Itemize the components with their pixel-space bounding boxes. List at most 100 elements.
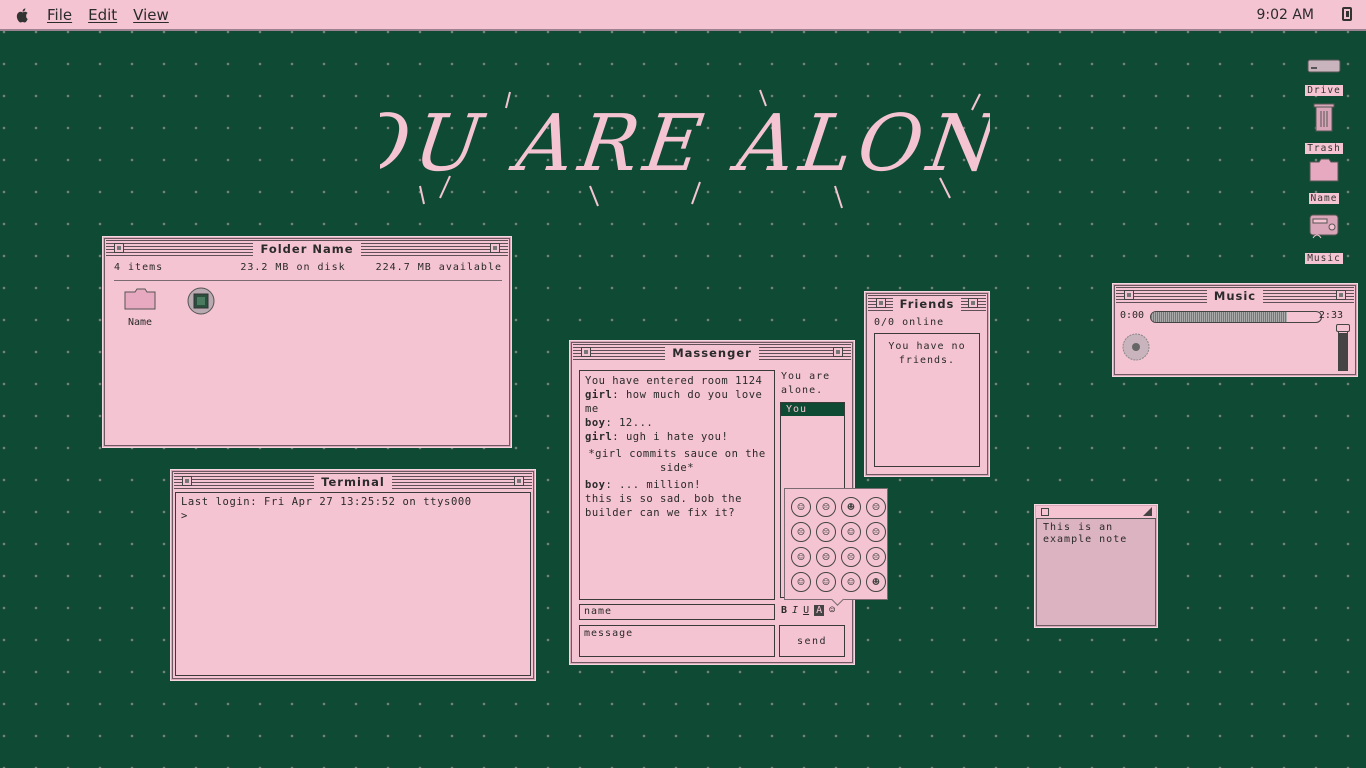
close-button[interactable] bbox=[1124, 290, 1134, 300]
emoji-button-icon[interactable]: ☺ bbox=[829, 605, 835, 616]
folder-icon bbox=[124, 288, 156, 310]
close-button[interactable] bbox=[876, 298, 886, 308]
music-title: Music bbox=[1206, 288, 1264, 303]
desktop-icon-label: Name bbox=[1308, 193, 1340, 204]
emoji-icon[interactable]: ☹ bbox=[816, 497, 836, 517]
chat-line: girl: how much do you love me bbox=[585, 389, 763, 415]
folder-item-name[interactable]: Name bbox=[122, 288, 158, 338]
elapsed-time: 0:00 bbox=[1120, 310, 1145, 321]
zoom-button[interactable] bbox=[833, 347, 843, 357]
music-window[interactable]: Music 0:00 2:33 bbox=[1112, 283, 1358, 377]
desktop-icon-music[interactable]: Music bbox=[1304, 212, 1344, 265]
side-status: You are alone. bbox=[781, 371, 831, 396]
volume-knob[interactable] bbox=[1336, 324, 1350, 332]
close-button[interactable] bbox=[1041, 508, 1049, 516]
terminal-titlebar[interactable]: Terminal bbox=[174, 473, 532, 490]
apple-logo-icon[interactable] bbox=[15, 7, 31, 23]
desktop-icon-drive[interactable]: Drive bbox=[1304, 58, 1344, 97]
hero-title: YOU ARE ALONE bbox=[282, 86, 1072, 210]
emoji-icon[interactable]: ☺ bbox=[816, 572, 836, 592]
desktop-icon-folder[interactable]: Name bbox=[1304, 158, 1344, 205]
color-button[interactable]: A bbox=[814, 605, 825, 616]
emoji-icon[interactable]: ☺ bbox=[791, 547, 811, 567]
terminal-title: Terminal bbox=[314, 474, 392, 489]
menu-bar: File Edit View 9:02 AM bbox=[0, 0, 1366, 31]
folder-info-bar: 4 items 23.2 MB on disk 224.7 MB availab… bbox=[114, 262, 502, 281]
chat-line: boy: 12... bbox=[585, 417, 654, 429]
name-input[interactable]: name bbox=[579, 604, 775, 620]
progress-fill bbox=[1151, 312, 1287, 322]
music-titlebar[interactable]: Music bbox=[1116, 287, 1354, 304]
online-count: 0/0 online bbox=[874, 317, 945, 328]
sticky-note[interactable]: This is an example note bbox=[1034, 504, 1158, 628]
emoji-icon[interactable]: ☹ bbox=[791, 522, 811, 542]
emoji-icon[interactable]: ☻ bbox=[866, 572, 886, 592]
emoji-icon[interactable]: ☹ bbox=[841, 547, 861, 567]
disc-icon[interactable] bbox=[1122, 333, 1150, 361]
available-space: 224.7 MB available bbox=[375, 262, 502, 273]
friends-window[interactable]: Friends 0/0 online You have no friends. bbox=[864, 291, 990, 477]
emoji-icon[interactable]: ☹ bbox=[816, 522, 836, 542]
cd-icon[interactable] bbox=[186, 286, 216, 316]
emoji-icon[interactable]: ☹ bbox=[866, 547, 886, 567]
note-titlebar[interactable] bbox=[1036, 506, 1156, 519]
italic-button[interactable]: I bbox=[792, 605, 798, 616]
folder-window[interactable]: Folder Name 4 items 23.2 MB on disk 224.… bbox=[102, 236, 512, 448]
format-toolbar: B I U A ☺ bbox=[781, 605, 835, 616]
menu-file[interactable]: File bbox=[47, 6, 72, 24]
friends-titlebar[interactable]: Friends bbox=[868, 295, 986, 312]
menu-edit[interactable]: Edit bbox=[88, 6, 117, 24]
resize-icon[interactable] bbox=[1143, 507, 1152, 516]
volume-fill bbox=[1339, 332, 1347, 370]
emoji-icon[interactable]: ☻ bbox=[841, 497, 861, 517]
emoji-icon[interactable]: ☹ bbox=[816, 547, 836, 567]
trash-icon bbox=[1313, 103, 1335, 132]
folder-titlebar[interactable]: Folder Name bbox=[106, 240, 508, 257]
close-button[interactable] bbox=[114, 243, 124, 253]
terminal-prompt[interactable]: > bbox=[181, 509, 525, 523]
underline-button[interactable]: U bbox=[803, 605, 809, 616]
note-text[interactable]: This is an example note bbox=[1036, 519, 1156, 549]
terminal-line: Last login: Fri Apr 27 13:25:52 on ttys0… bbox=[181, 496, 472, 508]
zoom-button[interactable] bbox=[514, 476, 524, 486]
menu-view[interactable]: View bbox=[133, 6, 169, 24]
item-count: 4 items bbox=[114, 262, 164, 273]
desktop-icon-label: Trash bbox=[1305, 143, 1343, 154]
send-button[interactable]: send bbox=[779, 625, 845, 657]
desktop-icon-label: Drive bbox=[1305, 85, 1343, 96]
chat-line: boy: ... million! bbox=[585, 479, 701, 491]
progress-bar[interactable] bbox=[1150, 311, 1322, 323]
bold-button[interactable]: B bbox=[781, 605, 787, 616]
user-list-item[interactable]: You bbox=[781, 403, 844, 416]
emoji-icon[interactable]: ☹ bbox=[866, 522, 886, 542]
zoom-button[interactable] bbox=[490, 243, 500, 253]
close-button[interactable] bbox=[182, 476, 192, 486]
chat-log[interactable]: You have entered room 1124 girl: how muc… bbox=[579, 370, 775, 600]
friends-list[interactable]: You have no friends. bbox=[874, 333, 980, 467]
emoji-icon[interactable]: ☺ bbox=[791, 497, 811, 517]
battery-icon[interactable] bbox=[1342, 7, 1352, 21]
chat-line: You have entered room 1124 bbox=[585, 375, 763, 387]
menu-clock[interactable]: 9:02 AM bbox=[1256, 7, 1314, 23]
emoji-icon[interactable]: ☹ bbox=[866, 497, 886, 517]
chat-line: this is so sad. bob the builder can we f… bbox=[585, 493, 742, 519]
hero-title-text: YOU ARE ALONE bbox=[380, 98, 990, 189]
desktop-icon-trash[interactable]: Trash bbox=[1304, 102, 1344, 155]
emoji-icon[interactable]: ☺ bbox=[841, 522, 861, 542]
folder-item-label: Name bbox=[127, 317, 153, 328]
duration-time: 2:33 bbox=[1318, 310, 1343, 321]
emoji-picker[interactable]: ☺ ☹ ☻ ☹ ☹ ☹ ☺ ☹ ☺ ☹ ☹ ☹ ☺ ☺ ☺ ☻ bbox=[784, 488, 888, 600]
emoji-icon[interactable]: ☺ bbox=[791, 572, 811, 592]
folder-title: Folder Name bbox=[253, 241, 361, 256]
emoji-icon[interactable]: ☺ bbox=[841, 572, 861, 592]
message-input[interactable]: message bbox=[579, 625, 775, 657]
drive-icon bbox=[1307, 59, 1341, 73]
terminal-window[interactable]: Terminal Last login: Fri Apr 27 13:25:52… bbox=[170, 469, 536, 681]
terminal-body[interactable]: Last login: Fri Apr 27 13:25:52 on ttys0… bbox=[175, 492, 531, 676]
messenger-title: Massenger bbox=[665, 345, 759, 360]
zoom-button[interactable] bbox=[1336, 290, 1346, 300]
zoom-button[interactable] bbox=[968, 298, 978, 308]
messenger-titlebar[interactable]: Massenger bbox=[573, 344, 851, 361]
chat-line: girl: ugh i hate you! bbox=[585, 431, 729, 443]
close-button[interactable] bbox=[581, 347, 591, 357]
